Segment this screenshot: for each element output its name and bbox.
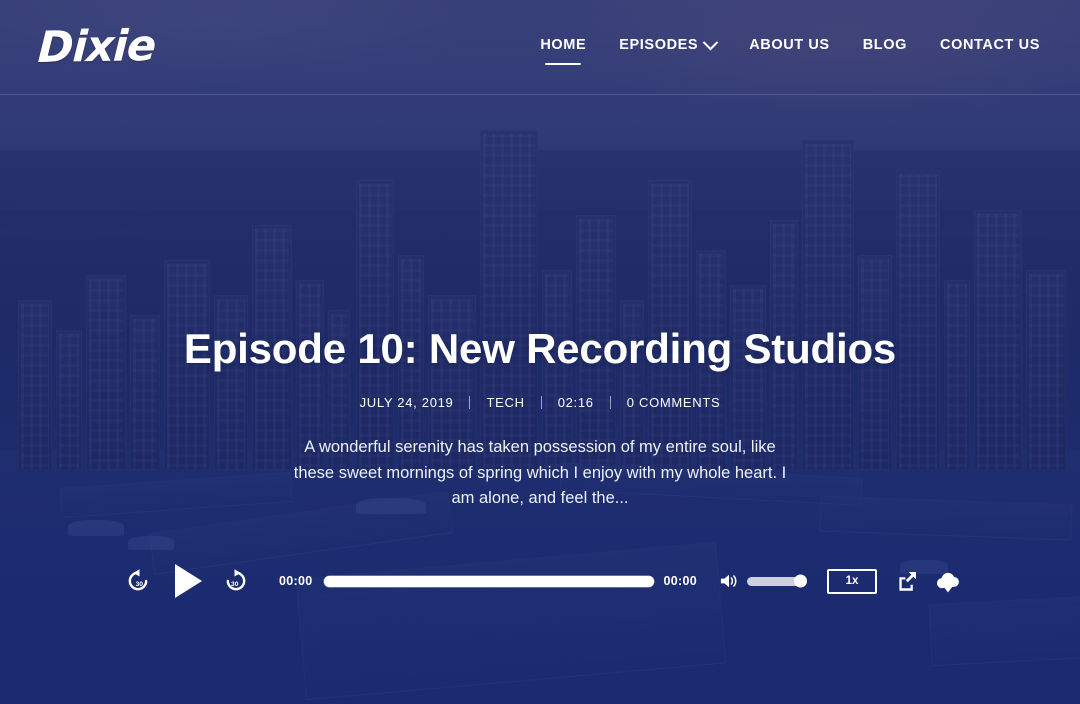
volume-control xyxy=(719,572,807,590)
nav-item-blog[interactable]: BLOG xyxy=(863,37,907,57)
active-nav-underline xyxy=(545,63,582,65)
cloud-download-icon xyxy=(936,572,959,592)
episode-meta: JULY 24, 2019 TECH 02:16 0 COMMENTS xyxy=(0,395,1080,410)
playback-speed-label: 1x xyxy=(845,575,859,587)
meta-separator xyxy=(540,396,542,409)
total-time-label: 00:00 xyxy=(663,574,697,588)
meta-duration: 02:16 xyxy=(557,395,594,410)
play-icon xyxy=(174,564,202,598)
site-logo[interactable]: Dixie xyxy=(37,20,157,72)
nav-item-home[interactable]: HOME xyxy=(540,37,587,65)
volume-icon[interactable] xyxy=(719,572,739,590)
current-time-label: 00:00 xyxy=(279,574,313,588)
meta-date: JULY 24, 2019 xyxy=(359,395,454,410)
meta-separator xyxy=(469,396,471,409)
nav-label-contact-us: CONTACT US xyxy=(940,37,1040,53)
meta-category[interactable]: TECH xyxy=(486,395,524,410)
chevron-down-icon xyxy=(702,34,719,50)
nav-label-about-us: ABOUT US xyxy=(749,37,830,53)
download-button[interactable] xyxy=(934,571,960,592)
site-header: Dixie HOME EPISODES ABOUT US BLOG CONTAC… xyxy=(0,0,1080,95)
meta-comments[interactable]: 0 COMMENTS xyxy=(627,395,721,410)
meta-separator xyxy=(609,396,611,409)
play-button[interactable] xyxy=(173,564,203,598)
nav-label-blog: BLOG xyxy=(862,37,908,53)
episode-description: A wonderful serenity has taken possessio… xyxy=(293,438,787,507)
nav-label-episodes: EPISODES xyxy=(619,37,699,53)
page-title: Episode 10: New Recording Studios xyxy=(183,325,897,372)
rewind-30-button[interactable]: 30 xyxy=(125,568,151,594)
volume-slider[interactable] xyxy=(747,574,807,588)
svg-text:30: 30 xyxy=(231,581,239,588)
progress-bar[interactable] xyxy=(324,575,654,587)
nav-item-contact-us[interactable]: CONTACT US xyxy=(940,37,1040,57)
share-external-button[interactable] xyxy=(897,571,917,591)
main-navigation: HOME EPISODES ABOUT US BLOG CONTACT US xyxy=(540,34,1040,65)
nav-label-home: HOME xyxy=(540,37,587,53)
hero-section: Episode 10: New Recording Studios JULY 2… xyxy=(0,95,1080,704)
nav-item-episodes[interactable]: EPISODES xyxy=(619,34,719,57)
nav-item-about-us[interactable]: ABOUT US xyxy=(749,37,830,57)
forward-30-button[interactable]: 30 xyxy=(223,568,249,594)
rewind-30-icon: 30 xyxy=(128,569,148,591)
share-external-icon xyxy=(899,572,916,591)
playback-speed-button[interactable]: 1x xyxy=(827,568,877,594)
audio-player: 30 30 00:00 00:00 1x xyxy=(125,561,960,601)
svg-text:30: 30 xyxy=(136,581,144,588)
volume-slider-knob[interactable] xyxy=(794,574,807,588)
forward-30-icon: 30 xyxy=(226,569,246,591)
podcast-hero-page: Dixie HOME EPISODES ABOUT US BLOG CONTAC… xyxy=(0,0,1080,704)
